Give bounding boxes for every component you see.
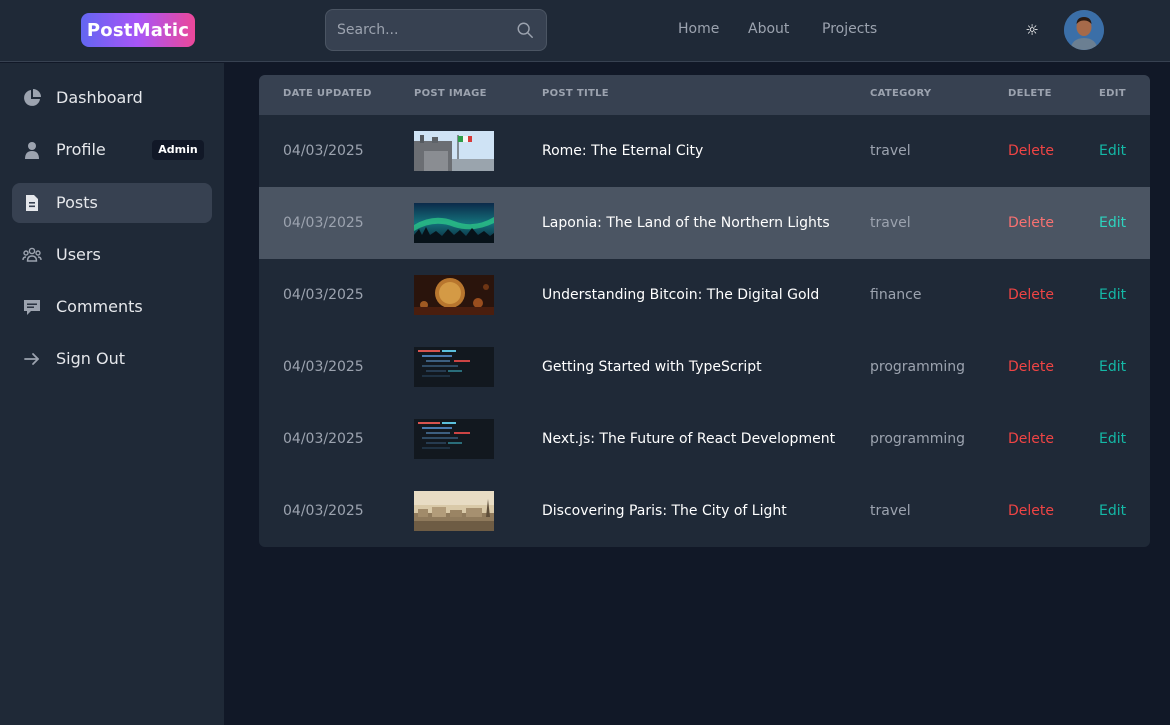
- post-image[interactable]: [414, 203, 494, 243]
- post-date: 04/03/2025: [283, 503, 364, 519]
- delete-link[interactable]: Delete: [1008, 357, 1054, 377]
- sun-icon[interactable]: ☼: [1022, 20, 1042, 40]
- post-date: 04/03/2025: [283, 431, 364, 447]
- post-title[interactable]: Discovering Paris: The City of Light: [542, 501, 787, 521]
- sidebar-item-label: Users: [56, 245, 101, 264]
- delete-link[interactable]: Delete: [1008, 429, 1054, 449]
- table-row: 04/03/2025 Laponia: The Land of the Nort…: [259, 187, 1150, 259]
- rome-monument-image: [414, 131, 494, 171]
- post-image[interactable]: [414, 131, 494, 171]
- nav-home[interactable]: Home: [678, 21, 719, 41]
- delete-link[interactable]: Delete: [1008, 213, 1054, 233]
- table-row: 04/03/2025 Understanding Bitcoin: The Di…: [259, 259, 1150, 331]
- sidebar: Dashboard Profile Admin Posts Users Comm…: [0, 63, 224, 725]
- comment-icon: [24, 300, 40, 315]
- edit-link[interactable]: Edit: [1099, 501, 1126, 521]
- search-icon[interactable]: [516, 21, 534, 39]
- sidebar-item-label: Dashboard: [56, 88, 143, 107]
- pie-chart-icon: [24, 89, 41, 106]
- user-avatar[interactable]: [1064, 10, 1104, 50]
- document-icon: [26, 195, 38, 211]
- search-input[interactable]: [326, 10, 506, 50]
- sidebar-item-profile[interactable]: Profile Admin: [12, 130, 212, 170]
- sidebar-item-sign-out[interactable]: Sign Out: [12, 339, 212, 379]
- code-screen-image: [414, 347, 494, 387]
- app-logo[interactable]: PostMatic: [81, 13, 195, 47]
- post-date: 04/03/2025: [283, 215, 364, 231]
- sidebar-item-posts[interactable]: Posts: [12, 183, 212, 223]
- post-title[interactable]: Understanding Bitcoin: The Digital Gold: [542, 285, 819, 305]
- table-row: 04/03/2025 Getting Started with TypeScri…: [259, 331, 1150, 403]
- posts-table: DATE UPDATED POST IMAGE POST TITLE CATEG…: [259, 75, 1150, 547]
- nav-projects[interactable]: Projects: [822, 21, 877, 41]
- post-date: 04/03/2025: [283, 359, 364, 375]
- delete-link[interactable]: Delete: [1008, 501, 1054, 521]
- column-header-title: POST TITLE: [542, 88, 609, 99]
- edit-link[interactable]: Edit: [1099, 429, 1126, 449]
- post-title[interactable]: Next.js: The Future of React Development: [542, 429, 835, 449]
- sidebar-item-label: Sign Out: [56, 349, 125, 368]
- table-row: 04/03/2025 Next.js: The Future of React …: [259, 403, 1150, 475]
- post-category: programming: [870, 359, 966, 375]
- edit-link[interactable]: Edit: [1099, 213, 1126, 233]
- column-header-category: CATEGORY: [870, 88, 932, 99]
- code-screen-image: [414, 419, 494, 459]
- sidebar-item-users[interactable]: Users: [12, 235, 212, 275]
- edit-link[interactable]: Edit: [1099, 141, 1126, 161]
- column-header-date: DATE UPDATED: [283, 88, 372, 99]
- search-box[interactable]: [325, 9, 547, 51]
- paris-skyline-image: [414, 491, 494, 531]
- post-category: programming: [870, 431, 966, 447]
- northern-lights-image: [414, 203, 494, 243]
- top-header: PostMatic Home About Projects ☼: [0, 0, 1170, 62]
- post-title[interactable]: Laponia: The Land of the Northern Lights: [542, 213, 830, 233]
- nav-about[interactable]: About: [748, 21, 789, 41]
- post-category: travel: [870, 215, 911, 231]
- post-category: travel: [870, 503, 911, 519]
- post-image[interactable]: [414, 491, 494, 531]
- post-date: 04/03/2025: [283, 143, 364, 159]
- column-header-edit: EDIT: [1099, 88, 1126, 99]
- sidebar-item-label: Profile: [56, 140, 106, 159]
- sidebar-item-label: Comments: [56, 297, 143, 316]
- delete-link[interactable]: Delete: [1008, 285, 1054, 305]
- column-header-delete: DELETE: [1008, 88, 1052, 99]
- users-icon: [22, 247, 42, 262]
- user-icon: [25, 142, 39, 159]
- post-category: travel: [870, 143, 911, 159]
- sidebar-item-dashboard[interactable]: Dashboard: [12, 78, 212, 118]
- bitcoin-coin-image: [414, 275, 494, 315]
- arrow-right-icon: [24, 353, 39, 365]
- table-row: 04/03/2025 Discovering Paris: The City o…: [259, 475, 1150, 547]
- table-row: 04/03/2025 Rome: The Eternal City travel…: [259, 115, 1150, 187]
- post-image[interactable]: [414, 419, 494, 459]
- table-header: DATE UPDATED POST IMAGE POST TITLE CATEG…: [259, 75, 1150, 115]
- delete-link[interactable]: Delete: [1008, 141, 1054, 161]
- edit-link[interactable]: Edit: [1099, 285, 1126, 305]
- sidebar-item-comments[interactable]: Comments: [12, 287, 212, 327]
- avatar-image: [1064, 10, 1104, 50]
- post-image[interactable]: [414, 275, 494, 315]
- post-image[interactable]: [414, 347, 494, 387]
- post-category: finance: [870, 287, 922, 303]
- sidebar-item-label: Posts: [56, 193, 98, 212]
- post-date: 04/03/2025: [283, 287, 364, 303]
- post-title[interactable]: Getting Started with TypeScript: [542, 357, 762, 377]
- edit-link[interactable]: Edit: [1099, 357, 1126, 377]
- role-badge: Admin: [152, 140, 204, 160]
- post-title[interactable]: Rome: The Eternal City: [542, 141, 703, 161]
- column-header-image: POST IMAGE: [414, 88, 487, 99]
